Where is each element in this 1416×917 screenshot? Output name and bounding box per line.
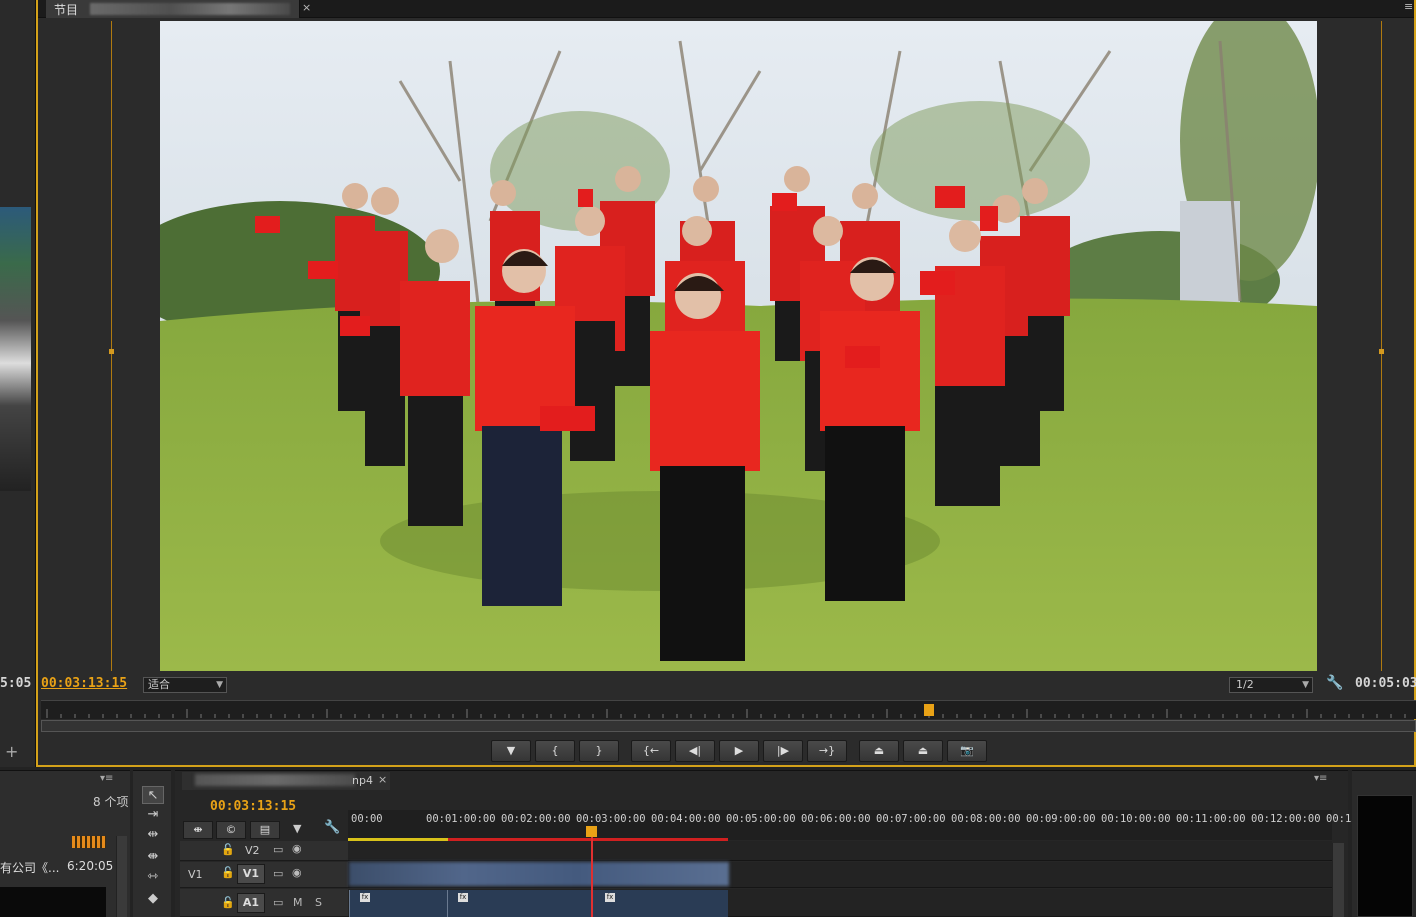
fx-badge-icon: fx — [458, 893, 468, 902]
project-item-name[interactable]: 有公司《... — [0, 859, 59, 876]
fx-badge-icon: fx — [360, 893, 370, 902]
video-image — [160, 21, 1317, 671]
audio-meter — [1357, 795, 1413, 917]
rate-stretch-tool-icon[interactable]: ⇿ — [142, 868, 164, 886]
solo-button[interactable]: S — [315, 896, 322, 909]
linked-selection-icon[interactable]: © — [216, 821, 246, 839]
rolling-edit-tool-icon[interactable]: ⇼ — [142, 848, 164, 866]
ruler-label: 00:10:00:00 — [1101, 813, 1171, 825]
export-frame-button[interactable]: 📷 — [947, 740, 987, 762]
add-icon[interactable]: + — [5, 742, 18, 761]
track-label-a1[interactable]: A1 — [237, 893, 265, 913]
wrench-icon[interactable]: 🔧 — [324, 820, 340, 835]
track-label-v2: V2 — [245, 844, 260, 857]
tab-sequence-name-blurred — [90, 3, 290, 15]
step-forward-button[interactable]: |▶ — [763, 740, 803, 762]
track-label-v1[interactable]: V1 — [237, 864, 265, 884]
razor-tool-icon[interactable]: ◆ — [142, 890, 164, 908]
sequence-tab-suffix: np4 — [352, 774, 373, 787]
source-thumbnail — [0, 207, 31, 491]
ruler-label: 00:07:00:00 — [876, 813, 946, 825]
clip-type-icon — [72, 836, 106, 848]
eye-icon[interactable]: ◉ — [292, 866, 302, 879]
sync-lock-icon[interactable]: ▭ — [273, 896, 283, 909]
ruler-label: 00:09:00:00 — [1026, 813, 1096, 825]
ruler-label: 00:11:00:00 — [1176, 813, 1246, 825]
program-duration: 00:05:03: — [1355, 676, 1416, 691]
mark-in-button[interactable]: { — [535, 740, 575, 762]
track-lane-v2[interactable] — [348, 841, 1332, 861]
lock-icon[interactable]: 🔓 — [221, 866, 235, 879]
panel-menu-icon[interactable]: ▾≡ — [1314, 773, 1327, 784]
lock-icon[interactable]: 🔓 — [221, 843, 235, 856]
ruler-label: 00:06:00:00 — [801, 813, 871, 825]
safe-margin-right — [1381, 21, 1382, 671]
zoom-fit-select[interactable]: 适合 ▼ — [143, 677, 227, 693]
selection-tool-icon[interactable]: ↖ — [142, 786, 164, 804]
program-zoom-scrollbar[interactable] — [41, 720, 1416, 732]
zoom-fit-value: 适合 — [148, 678, 170, 691]
ruler-label: 00:00 — [351, 813, 383, 825]
tab-program-label: 节目 — [54, 3, 79, 17]
mark-out-button[interactable]: } — [579, 740, 619, 762]
close-icon[interactable]: × — [378, 773, 387, 786]
margin-handle — [109, 349, 114, 354]
chevron-down-icon: ▼ — [1302, 680, 1309, 690]
program-mini-ruler[interactable] — [41, 700, 1416, 719]
ruler-label: 00:12:00:00 — [1251, 813, 1321, 825]
project-item-count: 8 个项 — [93, 795, 129, 809]
sync-lock-icon[interactable]: ▭ — [273, 867, 283, 880]
ruler-label: 00:01:00:00 — [426, 813, 496, 825]
ruler-label: 00:03:00:00 — [576, 813, 646, 825]
ruler-label: 00:08:00:00 — [951, 813, 1021, 825]
project-scrollbar[interactable] — [116, 836, 127, 917]
timeline-current-time[interactable]: 00:03:13:15 — [210, 799, 296, 814]
ripple-edit-tool-icon[interactable]: ⇹ — [142, 826, 164, 844]
sequence-name-blurred — [195, 774, 355, 786]
play-button[interactable]: ▶ — [719, 740, 759, 762]
playhead-handle[interactable] — [586, 826, 597, 837]
close-icon[interactable]: × — [302, 1, 311, 14]
wrench-icon[interactable]: 🔧 — [1326, 675, 1343, 691]
step-back-button[interactable]: ◀| — [675, 740, 715, 762]
panel-menu-icon[interactable]: ≡ — [1404, 0, 1413, 13]
lift-button[interactable]: ⏏ — [859, 740, 899, 762]
program-current-time[interactable]: 00:03:13:15 — [41, 676, 127, 691]
video-clip[interactable] — [349, 862, 729, 886]
timeline-vertical-scrollbar[interactable] — [1332, 843, 1344, 917]
lock-icon[interactable]: 🔓 — [221, 896, 235, 909]
go-to-in-button[interactable]: {← — [631, 740, 671, 762]
add-marker-button[interactable]: ▼ — [491, 740, 531, 762]
track-header-v2 — [180, 841, 348, 861]
mini-playhead[interactable] — [924, 704, 934, 716]
ruler-label: 00:05:00:00 — [726, 813, 796, 825]
audio-clip[interactable] — [447, 890, 592, 917]
source-patch-v1[interactable]: V1 — [188, 868, 203, 881]
nest-icon[interactable]: ▤ — [250, 821, 280, 839]
ruler-label: 00:02:00:00 — [501, 813, 571, 825]
snap-icon[interactable]: ⇼ — [183, 821, 213, 839]
program-video-frame[interactable] — [160, 21, 1317, 671]
safe-margin-left — [111, 21, 112, 671]
timeline-playhead[interactable] — [591, 828, 593, 917]
extract-button[interactable]: ⏏ — [903, 740, 943, 762]
mute-button[interactable]: M — [293, 896, 303, 909]
ruler-label: 00:04:00:00 — [651, 813, 721, 825]
mini-ruler-ticks — [46, 709, 1406, 718]
playback-resolution-select[interactable]: 1/2 ▼ — [1229, 677, 1313, 693]
go-to-out-button[interactable]: →} — [807, 740, 847, 762]
track-select-tool-icon[interactable]: ⇥ — [142, 806, 164, 824]
sync-lock-icon[interactable]: ▭ — [273, 843, 283, 856]
project-item-duration: 6:20:05 — [67, 859, 114, 873]
panel-menu-icon[interactable]: ▾≡ — [100, 773, 113, 784]
source-time: 5:05 — [0, 676, 32, 691]
resolution-value: 1/2 — [1236, 678, 1254, 691]
margin-handle — [1379, 349, 1384, 354]
eye-icon[interactable]: ◉ — [292, 842, 302, 855]
add-marker-icon[interactable]: ▼ — [293, 822, 301, 835]
project-item-thumbnail[interactable] — [0, 887, 106, 917]
fx-badge-icon: fx — [605, 893, 615, 902]
chevron-down-icon: ▼ — [216, 680, 223, 690]
